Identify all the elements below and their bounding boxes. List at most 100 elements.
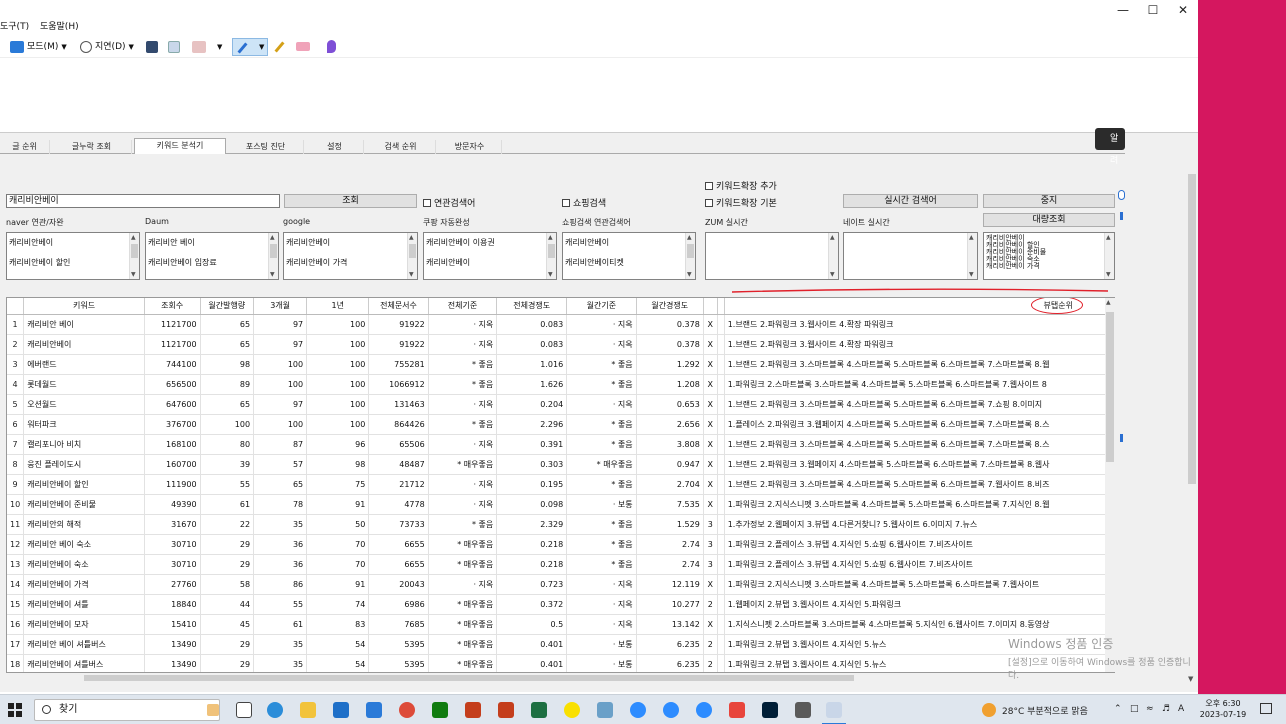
- column-header[interactable]: 조회수: [144, 298, 201, 315]
- scroll-up-icon[interactable]: ▲: [1106, 234, 1111, 241]
- table-row[interactable]: 9 캐리비안베이 할인 111900 55 65 75 21712 · 지옥 0.195 * 좋음…: [7, 474, 1114, 495]
- tab-search-rank[interactable]: 검색 순위: [366, 140, 436, 154]
- pen-button[interactable]: ▼: [232, 38, 268, 56]
- grid-vertical-scrollbar[interactable]: ▲: [1105, 298, 1115, 672]
- scroll-up-icon[interactable]: ▲: [830, 234, 835, 241]
- scroll-thumb[interactable]: [270, 244, 277, 258]
- app-grey-icon[interactable]: [795, 702, 811, 718]
- scroll-up-icon[interactable]: ▲: [270, 234, 275, 241]
- powerpoint-icon-2[interactable]: [498, 702, 514, 718]
- scroll-up-icon[interactable]: ▲: [409, 234, 414, 241]
- column-header[interactable]: 전체문서수: [368, 298, 429, 315]
- shopping-checkbox[interactable]: 쇼핑검색: [562, 196, 606, 209]
- scroll-up-icon[interactable]: ▲: [548, 234, 553, 241]
- column-header[interactable]: [7, 298, 25, 315]
- scrollbar[interactable]: ▲ ▼: [268, 233, 278, 279]
- tab-posting-diagnosis[interactable]: 포스팅 진단: [228, 140, 304, 154]
- scroll-thumb[interactable]: [548, 244, 555, 258]
- column-header[interactable]: 전체경쟁도: [496, 298, 568, 315]
- scroll-thumb[interactable]: [1106, 312, 1114, 462]
- scrollbar[interactable]: ▲ ▼: [685, 233, 695, 279]
- keyword-input[interactable]: 캐리비안베이: [6, 194, 280, 208]
- list-item[interactable]: 캐리비안베이 입장료: [146, 253, 278, 273]
- scrollbar[interactable]: ▲ ▼: [546, 233, 556, 279]
- shopping-listbox[interactable]: 캐리비안베이 캐리비안베이티켓 ▲ ▼: [562, 232, 696, 280]
- list-item[interactable]: 캐리비안베이티켓: [563, 253, 695, 273]
- daum-listbox[interactable]: 캐리비안 베이 캐리비안베이 입장료 ▲ ▼: [145, 232, 279, 280]
- column-header[interactable]: 키워드: [23, 298, 145, 315]
- chevron-down-icon[interactable]: ▼: [217, 43, 222, 51]
- column-header[interactable]: 전체기준: [428, 298, 498, 315]
- menu-tools[interactable]: 도구(T): [0, 20, 29, 34]
- wifi-icon[interactable]: ≈: [1146, 704, 1154, 714]
- scroll-thumb[interactable]: [1188, 174, 1196, 484]
- list-item[interactable]: 캐리비안베이 할인: [7, 253, 139, 273]
- list-item[interactable]: 캐리비안베이: [284, 233, 417, 253]
- coupang-listbox[interactable]: 캐리비안베이 이용권 캐리비안베이 ▲ ▼: [423, 232, 557, 280]
- scrollbar[interactable]: ▲ ▼: [129, 233, 139, 279]
- table-row[interactable]: 2 캐리비안베이 1121700 65 97 100 91922 · 지옥 0.083 · 지옥 0…: [7, 334, 1114, 355]
- table-row[interactable]: 15 캐리비안베이 셔틀 18840 44 55 74 6986 * 매우좋음 0.372 · 지…: [7, 594, 1114, 615]
- column-header[interactable]: 3개월: [253, 298, 308, 315]
- zoom-icon-3[interactable]: [696, 702, 712, 718]
- notification-icon[interactable]: [1260, 703, 1272, 714]
- scroll-thumb[interactable]: [131, 244, 138, 258]
- scroll-down-icon[interactable]: ▼: [131, 271, 136, 278]
- scroll-thumb[interactable]: [409, 244, 416, 258]
- taskbar-search-input[interactable]: 찾기: [34, 699, 220, 721]
- scroll-up-icon[interactable]: ▲: [687, 234, 692, 241]
- minimize-icon[interactable]: —: [1108, 0, 1138, 20]
- column-header[interactable]: 월간발행량: [200, 298, 255, 315]
- list-item[interactable]: 캐리비안베이: [424, 253, 556, 273]
- search-button[interactable]: 조회: [284, 194, 417, 208]
- photoshop-icon[interactable]: [762, 702, 778, 718]
- scroll-down-icon[interactable]: ▼: [270, 271, 275, 278]
- scroll-down-icon[interactable]: ▼: [409, 271, 414, 278]
- column-header[interactable]: 월간기준: [566, 298, 637, 315]
- table-row[interactable]: 6 워터파크 376700 100 100 100 864426 * 좋음 2.296 * 좋음 2…: [7, 414, 1114, 435]
- table-row[interactable]: 1 캐리비안 베이 1121700 65 97 100 91922 · 지옥 0.083 · 지옥…: [7, 314, 1114, 335]
- scroll-up-icon[interactable]: ▲: [1106, 299, 1111, 306]
- scroll-thumb[interactable]: [84, 675, 854, 681]
- window-vertical-scrollbar[interactable]: ▼: [1186, 170, 1198, 690]
- edge-browser-icon[interactable]: [267, 702, 283, 718]
- network-icon[interactable]: □: [1130, 704, 1139, 714]
- table-row[interactable]: 3 에버랜드 744100 98 100 100 755281 * 좋음 1.016 * 좋음 1.…: [7, 354, 1114, 375]
- zoom-icon[interactable]: [630, 702, 646, 718]
- send-icon[interactable]: [192, 41, 206, 53]
- scroll-down-icon[interactable]: ▼: [1106, 271, 1111, 278]
- file-explorer-icon[interactable]: [300, 702, 316, 718]
- tab-missing-post[interactable]: 글누락 조회: [52, 140, 132, 154]
- list-item[interactable]: 캐리비안베이 가격: [284, 253, 417, 273]
- column-header[interactable]: [703, 298, 718, 315]
- highlighter-icon[interactable]: [274, 41, 285, 53]
- table-row[interactable]: 7 캘리포니아 비치 168100 80 87 96 65506 · 지옥 0.391 * 좋음 3…: [7, 434, 1114, 455]
- app-red-icon[interactable]: [729, 702, 745, 718]
- scroll-down-icon[interactable]: ▼: [548, 271, 553, 278]
- kakaotalk-icon[interactable]: [564, 702, 580, 718]
- notify-button[interactable]: 알려: [1095, 128, 1125, 166]
- realtime-search-button[interactable]: 실시간 검색어: [843, 194, 978, 208]
- nate-listbox[interactable]: ▲ ▼: [843, 232, 978, 280]
- tab-visitors[interactable]: 방문자수: [438, 140, 502, 154]
- table-row[interactable]: 11 캐리비안의 해적 31670 22 35 50 73733 * 좋음 2.329 * 좋음 1…: [7, 514, 1114, 535]
- keyword-expand-basic-checkbox[interactable]: 키워드확장 기본: [705, 196, 777, 209]
- tab-keyword-analyzer[interactable]: 키워드 분석기: [134, 138, 226, 154]
- xbox-icon[interactable]: [432, 702, 448, 718]
- naver-listbox[interactable]: 캐리비안베이 캐리비안베이 할인 ▲ ▼: [6, 232, 140, 280]
- maximize-icon[interactable]: ☐: [1138, 0, 1168, 20]
- table-row[interactable]: 17 캐리비안 베이 셔틀버스 13490 29 35 54 5395 * 매우좋음 0.401…: [7, 634, 1114, 655]
- scrollbar[interactable]: ▲ ▼: [1104, 233, 1114, 279]
- tab-post-rank[interactable]: 글 순위: [0, 140, 50, 154]
- column-header[interactable]: [717, 298, 725, 315]
- eraser-icon[interactable]: [296, 42, 310, 51]
- list-item[interactable]: 캐리비안베이 가격: [984, 263, 1114, 270]
- zum-listbox[interactable]: ▲ ▼: [705, 232, 839, 280]
- column-header[interactable]: 뷰탭순위: [724, 298, 1114, 315]
- table-row[interactable]: 16 캐리비안베이 모자 15410 45 61 83 7685 * 매우좋음 0.5 · 지옥 1…: [7, 614, 1114, 635]
- column-header[interactable]: 월간경쟁도: [636, 298, 704, 315]
- table-row[interactable]: 5 오션월드 647600 65 97 100 131463 · 지옥 0.204 · 지옥 0.6…: [7, 394, 1114, 415]
- windows-start-icon[interactable]: [8, 703, 22, 717]
- snip-tool-icon[interactable]: [826, 702, 842, 718]
- app-icon[interactable]: [597, 702, 613, 718]
